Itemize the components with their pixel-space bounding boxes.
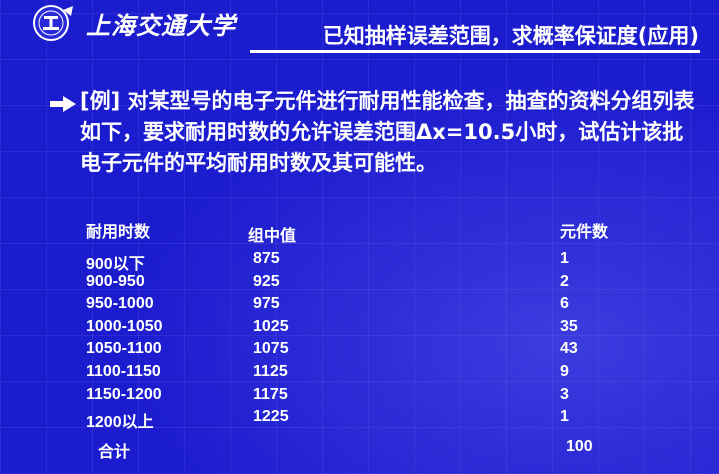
table-cell-midpoint: 875 (253, 250, 280, 267)
table-cell-count: 2 (560, 273, 569, 290)
table-cell-hours: 1200以上 (86, 414, 154, 431)
table-cell-hours: 950-1000 (86, 295, 154, 312)
table-cell-count: 35 (560, 318, 578, 335)
total-label: 合计 (98, 444, 131, 461)
school-name: 上海交通大学 (86, 11, 236, 40)
header-count: 元件数 (560, 224, 609, 241)
arrow-right-icon (50, 96, 76, 112)
slide-title: 已知抽样误差范围，求概率保证度(应用) (322, 24, 699, 48)
table-cell-midpoint: 1025 (253, 318, 289, 335)
table-cell-midpoint: 1075 (253, 340, 289, 357)
problem-statement: [例] 对某型号的电子元件进行耐用性能检查，抽查的资料分组列表如下，要求耐用时数… (80, 89, 695, 175)
table-cell-hours: 900-950 (86, 273, 145, 290)
table-cell-count: 1 (560, 408, 569, 425)
table-cell-hours: 1000-1050 (86, 318, 163, 335)
header-midpoint: 组中值 (248, 228, 297, 245)
table-cell-midpoint: 1175 (253, 386, 288, 403)
title-underline (250, 50, 700, 53)
table-cell-hours: 1100-1150 (86, 363, 161, 380)
table-cell-count: 43 (560, 340, 578, 357)
table-cell-midpoint: 1225 (253, 408, 289, 425)
table-cell-count: 9 (560, 363, 569, 380)
table-cell-hours: 1150-1200 (86, 386, 162, 403)
university-logo (33, 5, 73, 41)
header-hours: 耐用时数 (86, 224, 151, 241)
total-value: 100 (566, 438, 593, 455)
table-cell-count: 6 (560, 295, 569, 312)
table-cell-midpoint: 975 (253, 295, 280, 312)
table-cell-count: 1 (560, 250, 569, 267)
table-cell-midpoint: 925 (253, 273, 280, 290)
table-cell-midpoint: 1125 (253, 363, 288, 380)
table-cell-count: 3 (560, 386, 569, 403)
table-cell-hours: 1050-1100 (86, 340, 162, 357)
table-cell-hours: 900以下 (86, 256, 145, 273)
